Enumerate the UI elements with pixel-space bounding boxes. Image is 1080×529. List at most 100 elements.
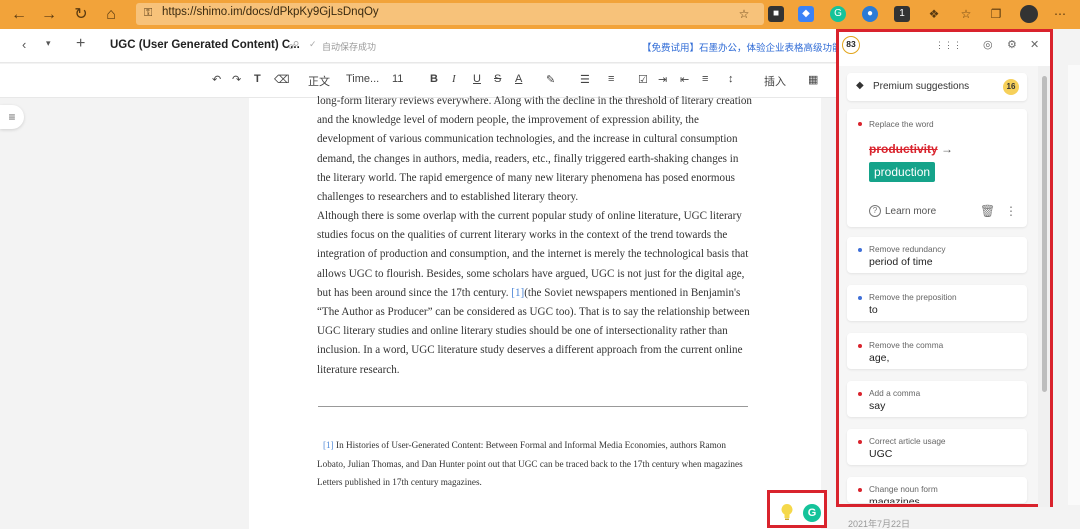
suggestion-dot — [858, 344, 862, 348]
highlight-icon[interactable]: ✎ — [546, 73, 555, 86]
trash-icon[interactable]: 🗑 — [980, 204, 995, 218]
home-icon[interactable]: ⌂ — [100, 4, 122, 26]
footnote-divider — [318, 406, 748, 407]
settings-gear-icon[interactable]: ⚙ — [1007, 38, 1017, 51]
suggestion-category: Add a comma — [869, 388, 921, 398]
insert-menu[interactable]: 插入 — [764, 73, 786, 89]
back-icon[interactable]: ← — [8, 4, 30, 26]
bold-icon[interactable]: B — [430, 73, 438, 85]
font-select[interactable]: Time... — [346, 73, 379, 85]
replacement-button[interactable]: production — [869, 162, 936, 182]
extension-icon[interactable]: ■ — [768, 6, 784, 22]
format-painter-icon[interactable]: T — [254, 73, 261, 85]
collections-icon[interactable]: ❐ — [988, 6, 1004, 22]
bullet-list-icon[interactable]: ≡ — [608, 73, 614, 85]
diamond-icon: ◆ — [856, 80, 864, 91]
footnote-ref[interactable]: [1] — [511, 287, 524, 299]
suggestion-word: say — [869, 400, 886, 412]
suggestion-word: to — [869, 304, 878, 316]
grammarly-ext-icon[interactable]: G — [830, 6, 846, 22]
doc-title[interactable]: UGC (User Generated Content) C... — [110, 39, 300, 51]
strikethrough-icon[interactable]: S — [494, 73, 501, 85]
outdent-icon[interactable]: ⇤ — [680, 73, 689, 86]
extension-icon[interactable]: ◆ — [798, 6, 814, 22]
line-height-icon[interactable]: ↕ — [728, 73, 734, 85]
suggestion-card[interactable]: Remove redundancy period of time — [847, 237, 1027, 273]
premium-label: Premium suggestions — [873, 81, 970, 92]
clear-format-icon[interactable]: ⌫ — [274, 73, 290, 86]
suggestion-word: UGC — [869, 448, 893, 460]
align-icon[interactable]: ≡ — [702, 73, 708, 85]
new-doc-icon[interactable]: + — [76, 35, 85, 53]
grammarly-icon[interactable]: G — [803, 504, 821, 522]
suggestion-card[interactable]: Change noun form magazines — [847, 477, 1027, 503]
extension-icon[interactable]: ● — [862, 6, 878, 22]
check-icon: ✓ — [309, 39, 317, 49]
suggestion-category: Remove redundancy — [869, 244, 946, 254]
suggestion-word: period of time — [869, 256, 933, 268]
dropdown-icon[interactable]: ▾ — [46, 38, 51, 49]
bookmark-icon[interactable]: ☍ — [288, 39, 299, 52]
suggestion-category: Remove the preposition — [869, 292, 957, 302]
suggestion-dot — [858, 248, 862, 252]
undo-icon[interactable]: ↶ — [212, 73, 221, 86]
close-icon[interactable]: ✕ — [1030, 38, 1039, 51]
promo-link[interactable]: 【免费试用】石墨办公，体验企业表格高级功能 — [642, 40, 838, 54]
table-icon[interactable]: ▦ — [808, 73, 818, 86]
forward-icon[interactable]: → — [38, 4, 60, 26]
avatar[interactable] — [1020, 5, 1038, 23]
learn-more-link[interactable]: Learn more — [885, 206, 936, 217]
suggestion-dot — [858, 392, 862, 396]
extension-badge-icon[interactable]: 1 — [894, 6, 910, 22]
address-bar[interactable]: ⚿ https://shimo.im/docs/dPkpKy9GjLsDnqOy — [136, 3, 764, 25]
premium-suggestions-card[interactable]: ◆ Premium suggestions 16 — [847, 73, 1027, 101]
footnote[interactable]: [1] In Histories of User-Generated Conte… — [317, 436, 753, 492]
original-word: productivity — [869, 142, 938, 156]
score-badge[interactable]: 83 — [842, 36, 860, 54]
grammarly-panel: 83 ⋮⋮⋮ ◎ ⚙ ✕ ◆ Premium suggestions 16 Re… — [836, 29, 1053, 507]
save-status: 自动保存成功 — [322, 42, 377, 52]
style-select[interactable]: 正文 — [308, 73, 330, 89]
panel-scroll-thumb[interactable] — [1042, 76, 1047, 392]
grammarly-floating-widget: G — [767, 490, 827, 528]
suggestion-category: Replace the word — [869, 119, 934, 129]
date-label: 2021年7月22日 — [848, 519, 911, 529]
back-chevron-icon[interactable]: ‹ — [22, 37, 26, 52]
ordered-list-icon[interactable]: ☰ — [580, 73, 590, 86]
suggestion-card-expanded[interactable]: Replace the word productivity → producti… — [847, 109, 1027, 227]
indent-icon[interactable]: ⇥ — [658, 73, 667, 86]
italic-icon[interactable]: I — [452, 73, 456, 85]
reload-icon[interactable]: ↻ — [70, 4, 92, 26]
help-icon[interactable]: ? — [869, 205, 881, 217]
more-menu-icon[interactable]: ⋯ — [1052, 6, 1068, 22]
suggestion-dot — [858, 488, 862, 492]
doc-header: ‹ ▾ + UGC (User Generated Content) C... … — [0, 29, 838, 63]
suggestion-card[interactable]: Add a comma say — [847, 381, 1027, 417]
browser-toolbar: ← → ↻ ⌂ ⚿ https://shimo.im/docs/dPkpKy9G… — [0, 0, 1080, 29]
checklist-icon[interactable]: ☑ — [638, 73, 648, 86]
redo-icon[interactable]: ↷ — [232, 73, 241, 86]
puzzle-icon[interactable]: ❖ — [926, 6, 942, 22]
premium-count-badge: 16 — [1003, 79, 1019, 95]
arrow-icon: → — [941, 142, 953, 156]
suggestion-card[interactable]: Remove the comma age, — [847, 333, 1027, 369]
more-options-icon[interactable]: ⋮ — [1005, 204, 1017, 218]
page-scrollbar[interactable] — [1068, 65, 1080, 505]
font-color-icon[interactable]: A — [515, 73, 522, 85]
suggestion-card[interactable]: Remove the preposition to — [847, 285, 1027, 321]
paragraph[interactable]: Although there is some overlap with the … — [317, 207, 753, 380]
underline-icon[interactable]: U — [473, 73, 481, 85]
lightbulb-icon[interactable] — [780, 503, 794, 521]
document-page[interactable]: long-form literary reviews everywhere. A… — [249, 95, 821, 529]
paragraph[interactable]: long-form literary reviews everywhere. A… — [317, 92, 753, 207]
goals-icon[interactable]: ◎ — [983, 38, 993, 51]
outline-menu-icon[interactable]: ≡ — [0, 105, 24, 129]
drag-handle-icon[interactable]: ⋮⋮⋮ — [935, 40, 962, 51]
size-select[interactable]: 11 — [392, 73, 403, 85]
footnote-marker: [1] — [323, 440, 334, 450]
star-ext-icon[interactable]: ☆ — [736, 6, 752, 22]
favorites-icon[interactable]: ☆ — [958, 6, 974, 22]
error-dot — [858, 122, 862, 126]
suggestion-dot — [858, 296, 862, 300]
suggestion-card[interactable]: Correct article usage UGC — [847, 429, 1027, 465]
